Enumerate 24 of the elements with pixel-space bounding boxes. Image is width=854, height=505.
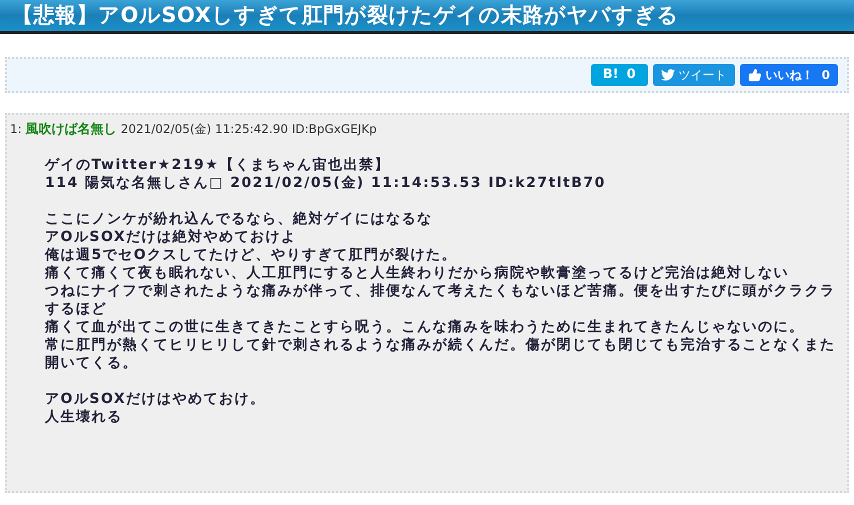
like-count: 0 — [822, 67, 830, 84]
like-label: いいね！ — [766, 67, 814, 84]
post-line: アOルSOXだけはやめておけ。 — [45, 390, 267, 408]
thumbs-up-icon — [748, 68, 762, 82]
post-date-id: 2021/02/05(金) 11:25:42.90 ID:BpGxGEJKp — [120, 121, 377, 138]
post-line: 人生壊れる — [45, 408, 124, 426]
hatena-bookmark-button[interactable]: B! 0 — [590, 64, 648, 86]
tweet-button[interactable]: ツイート — [652, 64, 735, 86]
post-line: アOルSOXだけは絶対やめておけよ — [45, 228, 298, 246]
post-line: つねにナイフで刺されたような痛みが伴って、排便なんて考えたくもないほど苦痛。便を出すたびに頭がクラクラするほど — [45, 282, 836, 318]
post-number: 1: — [10, 121, 22, 138]
quote-line: 114 陽気な名無しさん□ 2021/02/05(金) 11:14:53.53 ID:k27tltB70 — [45, 174, 607, 192]
hatena-logo: B! — [602, 66, 619, 84]
like-button[interactable]: いいね！ 0 — [740, 64, 838, 86]
post-line: 痛くて血が出てこの世に生きてきたことすら呪う。こんな痛みを味わうために生まれてきたんじゃないのに。 — [45, 318, 806, 336]
poster-name: 風吹けば名無し — [26, 121, 117, 139]
bird-icon — [660, 69, 675, 81]
post-line: ここにノンケが紛れ込んでるなら、絶対ゲイにはなるな — [45, 210, 434, 228]
post-line: 俺は週5でセOクスしてたけど、やりすぎて肛門が裂けた。 — [45, 246, 458, 264]
article-title: 【悲報】アOルSOXしすぎて肛門が裂けたゲイの末路がヤバすぎる — [12, 2, 679, 29]
post-line: 常に肛門が熱くてヒリヒリして針で刺されるような痛みが続くんだ。傷が閉じても閉じても完治することなくまた開いてくる。 — [45, 336, 836, 372]
bookmark-count: 0 — [626, 66, 636, 84]
quote-line: ゲイのTwitter★219★【くまちゃん宙也出禁】 — [45, 156, 391, 174]
post-line: 痛くて痛くて夜も眠れない、人工肛門にすると人生終わりだから病院や軟膏塗ってるけど完治は絶対しない — [45, 264, 790, 282]
